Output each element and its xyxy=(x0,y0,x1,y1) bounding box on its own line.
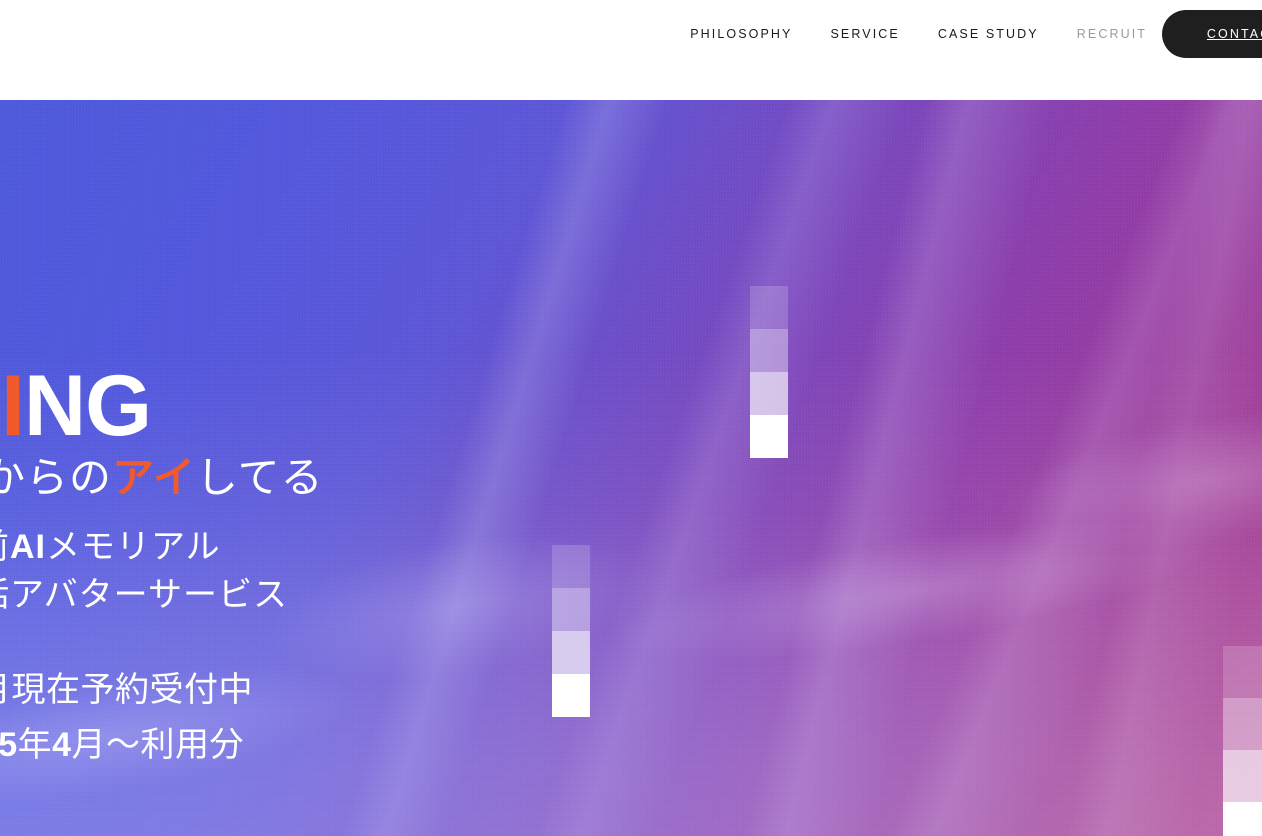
hero-lead-line-2: 対話アバターサービス xyxy=(0,575,288,614)
hero-lead-line-1: 生前AIメモリアル xyxy=(0,523,580,571)
hero-notice-line2-bold2: 4 xyxy=(52,726,72,765)
hero-notice-line2-bold: 2025 xyxy=(0,726,18,765)
hero-section: AING 空からのアイしてる 生前AIメモリアル 対話アバターサービス 11月現… xyxy=(0,100,1262,836)
contact-button-label: CONTACT xyxy=(1206,27,1262,41)
hero-title-accent: AI xyxy=(0,358,25,454)
hero-copy: AING 空からのアイしてる 生前AIメモリアル 対話アバターサービス 11月現… xyxy=(0,363,580,773)
hero-lead-line1-bold: AI xyxy=(10,527,46,566)
hero-notice-line-1: 11月現在予約受付中 xyxy=(0,663,580,718)
nav-list-item: SERVICE xyxy=(831,25,900,43)
nav-item-service[interactable]: SERVICE xyxy=(831,27,900,41)
nav-list-item: PHILOSOPHY xyxy=(690,25,792,43)
hero-notice: 11月現在予約受付中 2025年4月〜利用分 xyxy=(0,663,580,773)
contact-button[interactable]: CONTACT xyxy=(1162,10,1262,58)
hero-lead-line1-post: メモリアル xyxy=(46,527,221,566)
hero-notice-line1-post: 月現在予約受付中 xyxy=(0,671,253,710)
nav-item-recruit[interactable]: RECRUIT xyxy=(1077,27,1147,41)
hero-subtitle-post: してる xyxy=(195,453,324,501)
nav-list-item: CASE STUDY xyxy=(938,25,1039,43)
hero-notice-line2-mid: 年 xyxy=(17,726,53,765)
nav-item-philosophy[interactable]: PHILOSOPHY xyxy=(690,27,792,41)
hero-title-rest: NG xyxy=(24,358,152,454)
site-header: PHILOSOPHY SERVICE CASE STUDY RECRUIT CO… xyxy=(0,0,1262,100)
hero-subtitle: 空からのアイしてる xyxy=(0,454,580,501)
hero-notice-line-2: 2025年4月〜利用分 xyxy=(0,718,580,773)
main-navigation: PHILOSOPHY SERVICE CASE STUDY RECRUIT CO… xyxy=(0,0,1262,68)
hero-title: AING xyxy=(0,363,580,449)
hero-notice-line2-post: 月〜利用分 xyxy=(71,726,245,765)
page-root: PHILOSOPHY SERVICE CASE STUDY RECRUIT CO… xyxy=(0,0,1262,836)
hero-subtitle-pre: 空からの xyxy=(0,453,113,501)
hero-lead-line1-pre: 生前 xyxy=(0,528,10,566)
nav-item-case-study[interactable]: CASE STUDY xyxy=(938,27,1039,41)
nav-list-item: RECRUIT xyxy=(1077,25,1147,43)
hero-lead: 生前AIメモリアル 対話アバターサービス xyxy=(0,523,580,620)
hero-subtitle-accent: アイ xyxy=(112,453,196,501)
